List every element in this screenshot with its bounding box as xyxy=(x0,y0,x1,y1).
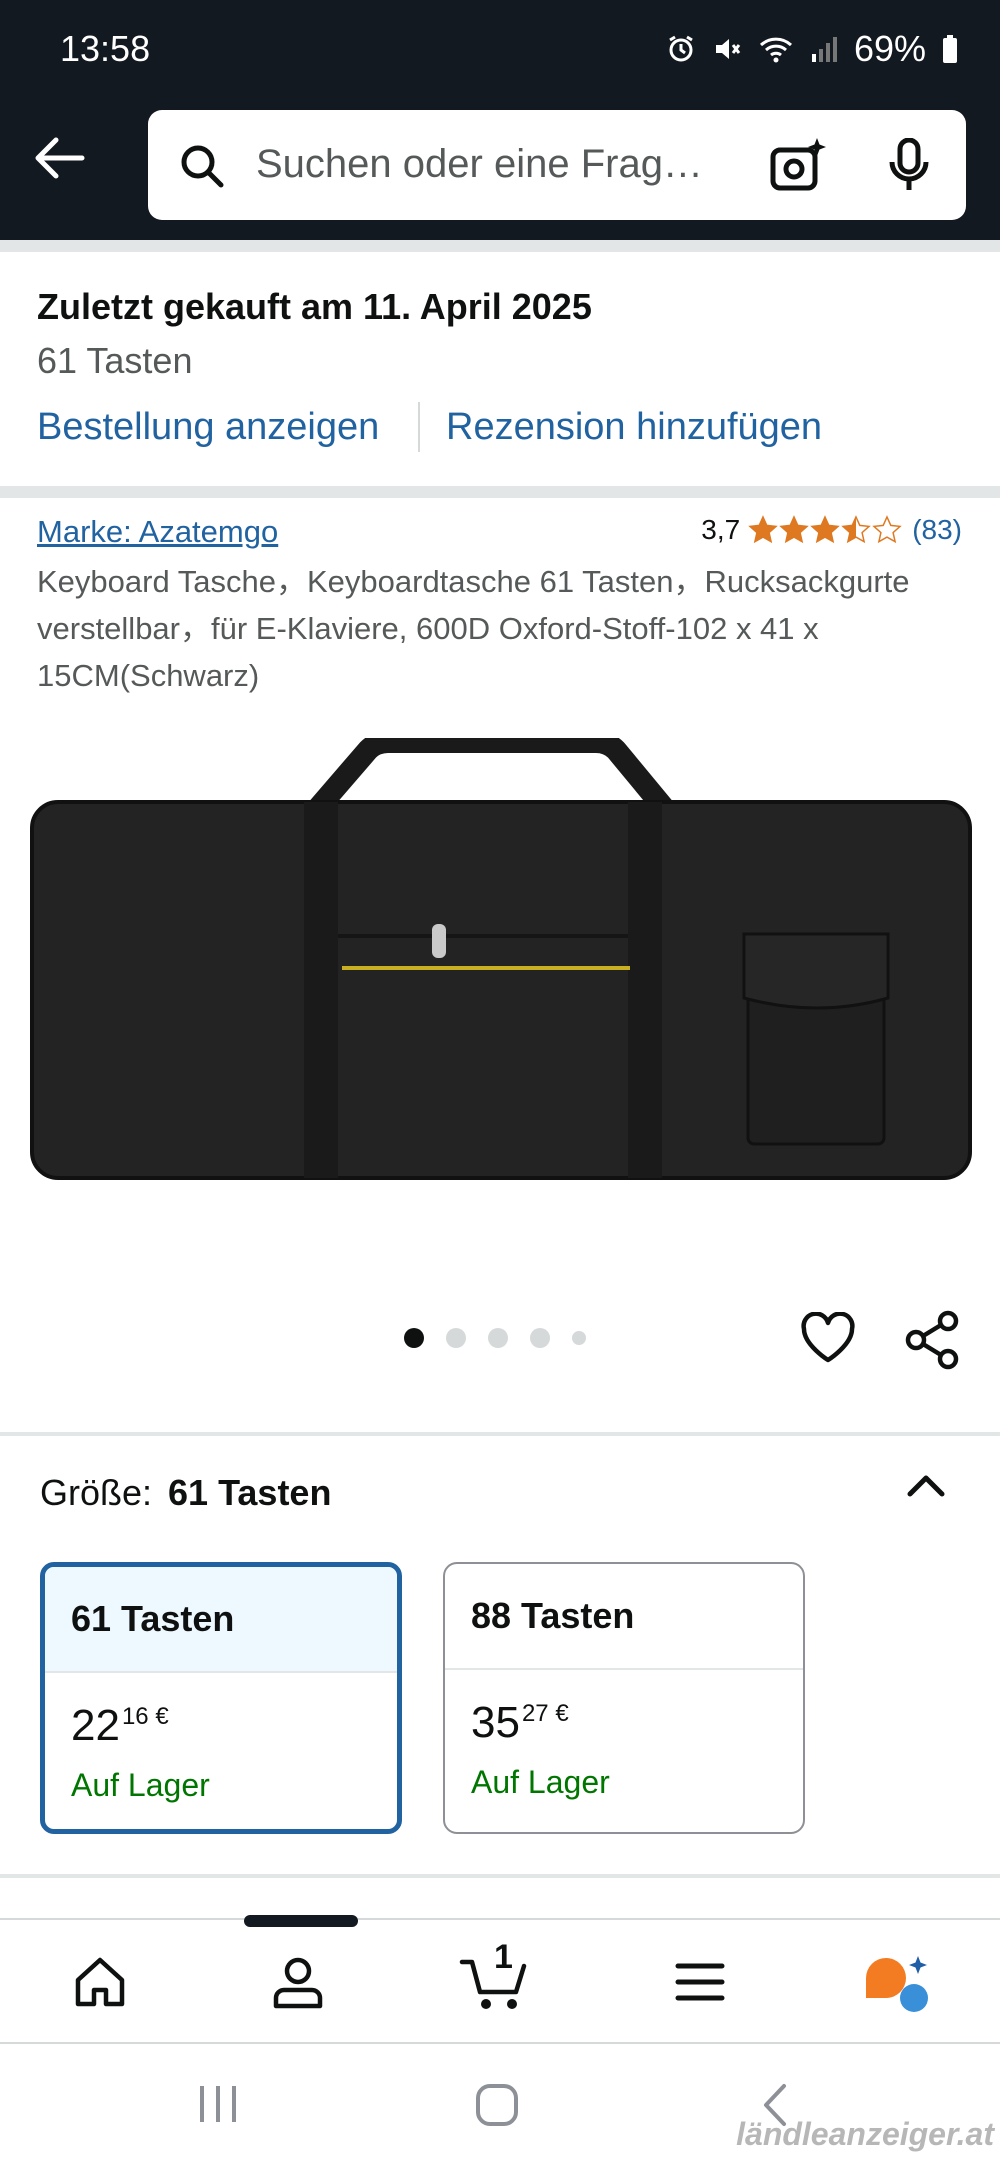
alarm-icon xyxy=(666,34,696,64)
price-fraction: 16 € xyxy=(121,1703,169,1730)
divider xyxy=(0,1874,1000,1878)
rating-value: 3,7 xyxy=(701,514,741,545)
size-option-name: 88 Tasten xyxy=(445,1564,803,1670)
carousel-dot[interactable] xyxy=(404,1328,424,1348)
price-whole: 35 xyxy=(471,1698,520,1747)
chevron-up-icon[interactable] xyxy=(906,1470,946,1505)
status-icons: 69% xyxy=(666,28,958,70)
stock-status: Auf Lager xyxy=(471,1764,610,1800)
carousel-dot[interactable] xyxy=(572,1331,586,1345)
heart-icon[interactable] xyxy=(800,1311,856,1369)
image-carousel-indicator xyxy=(404,1328,586,1348)
brand-link[interactable]: Marke: Azatemgo xyxy=(37,514,278,550)
search-bar[interactable]: Suchen oder eine Frag… xyxy=(148,110,966,220)
last-purchased-variant: 61 Tasten xyxy=(37,340,193,381)
size-selector-label: Größe: 61 Tasten xyxy=(40,1472,331,1514)
microphone-icon[interactable] xyxy=(888,137,930,197)
app-header: 13:58 69% Suchen oder eine Frag… xyxy=(0,0,1000,240)
battery-icon xyxy=(942,34,958,64)
mute-icon xyxy=(712,34,742,64)
carousel-dot[interactable] xyxy=(488,1328,508,1348)
size-selected-value: 61 Tasten xyxy=(168,1472,332,1513)
size-option-88-tasten[interactable]: 88 Tasten 3527 € Auf Lager xyxy=(443,1562,805,1834)
view-order-link[interactable]: Bestellung anzeigen xyxy=(37,406,379,449)
bottom-nav: 1 xyxy=(0,1918,1000,2044)
battery-text: 69% xyxy=(853,28,926,69)
review-count: (83) xyxy=(912,514,962,545)
status-time: 13:58 xyxy=(60,28,151,69)
divider xyxy=(0,1432,1000,1436)
carousel-dot[interactable] xyxy=(446,1328,466,1348)
back-arrow-icon[interactable] xyxy=(30,130,86,186)
product-title[interactable]: Keyboard Tasche，Keyboardtasche 61 Tasten… xyxy=(37,558,937,699)
link-divider xyxy=(418,402,420,452)
home-button-icon[interactable] xyxy=(474,2082,520,2133)
rufus-assistant-icon[interactable] xyxy=(862,1954,934,2019)
star-rating-icon xyxy=(748,515,904,545)
divider xyxy=(0,240,1000,252)
last-purchased-title: Zuletzt gekauft am 11. April 2025 xyxy=(37,286,592,327)
stock-status: Auf Lager xyxy=(71,1767,210,1803)
price-whole: 22 xyxy=(71,1701,120,1750)
divider xyxy=(0,486,1000,498)
size-label: Größe: xyxy=(40,1472,153,1513)
active-tab-indicator xyxy=(244,1915,358,1927)
home-icon[interactable] xyxy=(72,1954,128,2015)
add-review-link[interactable]: Rezension hinzufügen xyxy=(446,406,822,449)
price-fraction: 27 € xyxy=(521,1700,569,1727)
signal-icon xyxy=(810,34,838,64)
size-option-name: 61 Tasten xyxy=(45,1567,397,1673)
size-option-price: 2216 € xyxy=(71,1701,169,1751)
search-icon xyxy=(178,142,226,195)
size-option-61-tasten[interactable]: 61 Tasten 2216 € Auf Lager xyxy=(40,1562,402,1834)
recent-apps-icon[interactable] xyxy=(196,2082,240,2131)
cart-count: 1 xyxy=(494,1938,513,1976)
camera-search-icon[interactable] xyxy=(768,136,826,199)
carousel-dot[interactable] xyxy=(530,1328,550,1348)
share-icon[interactable] xyxy=(904,1310,960,1375)
search-input[interactable]: Suchen oder eine Frag… xyxy=(256,142,726,187)
wifi-icon xyxy=(758,34,794,64)
size-option-price: 3527 € xyxy=(471,1698,569,1748)
product-image[interactable] xyxy=(28,731,974,1198)
watermark: ländleanzeiger.at xyxy=(736,2116,994,2152)
account-icon[interactable] xyxy=(270,1954,326,2015)
menu-icon[interactable] xyxy=(672,1954,728,2015)
rating-summary[interactable]: 3,7 (83) xyxy=(701,514,962,546)
